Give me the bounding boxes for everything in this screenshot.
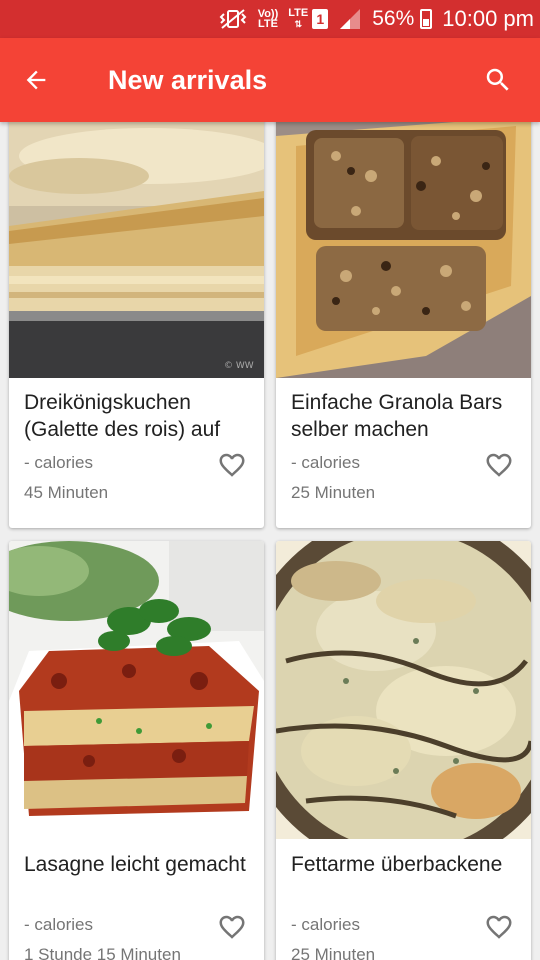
recipe-duration: 1 Stunde 15 Minuten	[24, 945, 181, 960]
signal-icon	[338, 8, 362, 30]
page-title: New arrivals	[108, 64, 268, 95]
battery-percent: 56%	[372, 7, 415, 30]
arrow-left-icon	[26, 70, 46, 90]
data-arrows-icon: ⇅	[294, 19, 303, 29]
volte-indicator: Vo)) LTE	[257, 9, 279, 30]
heart-icon[interactable]	[216, 912, 248, 942]
heart-icon[interactable]	[216, 450, 248, 480]
heart-icon[interactable]	[483, 450, 515, 480]
lte-label: LTE	[288, 7, 309, 19]
recipe-card[interactable]: Fettarme überbackene - calories 25 Minut…	[276, 541, 531, 960]
recipe-name: Fettarme überbackene	[291, 853, 503, 876]
svg-text:© WW: © WW	[224, 361, 254, 371]
status-bar: Vo)) LTE LTE ⇅ 1 56% 10:00 pm	[0, 0, 540, 38]
lte-indicator: LTE ⇅ 1	[288, 7, 329, 30]
recipe-grid: © WW Dreikönigskuchen (Galette des rois)…	[0, 122, 540, 960]
clock: 10:00 pm	[442, 6, 534, 31]
zucchini-gratin-photo	[276, 541, 531, 839]
recipe-calories: - calories	[24, 453, 93, 472]
puff-pastry-cake-photo: © WW	[9, 122, 264, 378]
granola-bars-photo	[276, 122, 531, 378]
back-button[interactable]	[0, 38, 72, 122]
recipe-duration: 25 Minuten	[291, 945, 376, 960]
search-button[interactable]	[456, 38, 540, 122]
recipe-card[interactable]: © WW Dreikönigskuchen (Galette des rois)…	[9, 122, 264, 528]
battery-icon	[420, 9, 433, 29]
sim-slot-badge: 1	[312, 9, 329, 29]
recipe-card[interactable]: Einfache Granola Bars selber machen - ca…	[276, 122, 531, 528]
recipe-calories: - calories	[24, 915, 93, 934]
app-bar: New arrivals	[0, 38, 540, 122]
recipe-name: Lasagne leicht gemacht	[24, 853, 246, 876]
battery-level	[423, 19, 430, 26]
volte-bottom-label: LTE	[257, 18, 278, 30]
recipe-duration: 45 Minuten	[24, 483, 109, 502]
recipe-name: Dreikönigskuchen (Galette des rois) auf	[24, 391, 221, 441]
recipe-card[interactable]: Lasagne leicht gemacht - calories 1 Stun…	[9, 541, 264, 960]
heart-icon[interactable]	[483, 912, 515, 942]
recipe-duration: 25 Minuten	[291, 483, 376, 502]
lasagne-photo	[9, 541, 264, 839]
recipe-name: Einfache Granola Bars selber machen	[291, 391, 503, 441]
vibrate-icon	[218, 8, 248, 30]
recipe-calories: - calories	[291, 453, 360, 472]
search-icon	[486, 68, 509, 91]
recipe-calories: - calories	[291, 915, 360, 934]
